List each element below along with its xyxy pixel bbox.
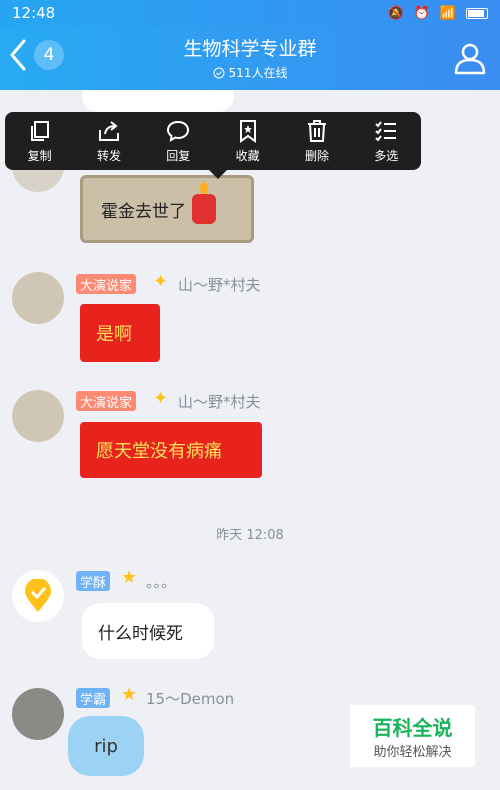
wifi-icon: 📶 (439, 5, 456, 21)
star-icon: ★ (121, 567, 138, 588)
message-bubble[interactable]: 什么时候死 (82, 603, 214, 659)
menu-label: 转发 (96, 148, 121, 163)
message-bubble[interactable]: rip (68, 716, 144, 776)
message-text: 霍金去世了 (101, 201, 186, 222)
status-bar: 12:48 🔕 ⏰ 📶 (0, 0, 500, 26)
forward-icon (98, 120, 119, 141)
member-title-badge: 学酥 (76, 571, 111, 591)
bookmark-icon (239, 119, 256, 143)
member-title-badge: 学霸 (76, 688, 111, 708)
location-pin-icon (25, 579, 51, 612)
sender-name[interactable]: 15～Demon (146, 688, 234, 709)
avatar[interactable] (12, 570, 64, 622)
menu-label: 多选 (374, 148, 399, 163)
copy-icon (30, 120, 49, 141)
mute-icon: 🔕 (387, 5, 404, 21)
menu-label: 回复 (166, 148, 191, 163)
menu-label: 删除 (304, 148, 329, 163)
message-text: 愿天堂没有病痛 (96, 441, 222, 462)
online-label: 511人在线 (228, 66, 288, 80)
avatar[interactable] (12, 390, 64, 442)
context-menu: 复制 转发 回复 收藏 删除 多选 (5, 112, 421, 179)
chat-area[interactable]: 霍金去世了 大演说家 ✦ 山～野*村夫 是啊 大演说家 ✦ 山～野*村夫 愿天堂… (0, 90, 500, 790)
message-text: 什么时候死 (98, 623, 183, 644)
page-title: 生物科学专业群 (183, 38, 317, 60)
alarm-icon: ⏰ (413, 5, 430, 21)
menu-reply[interactable]: 回复 (148, 119, 208, 164)
menu-label: 复制 (27, 148, 52, 163)
chat-header: 4 生物科学专业群 511人在线 (0, 26, 500, 90)
menu-label: 收藏 (235, 148, 260, 163)
avatar[interactable] (12, 688, 64, 740)
online-count[interactable]: 511人在线 (0, 64, 500, 81)
star-icon: ★ (121, 684, 138, 705)
trash-icon (307, 119, 326, 142)
menu-multiselect[interactable]: 多选 (356, 119, 416, 164)
sender-name[interactable]: 山～野*村夫 (178, 391, 261, 412)
message-bubble[interactable]: 霍金去世了 (80, 175, 254, 243)
message-text: rip (94, 735, 118, 757)
menu-copy[interactable]: 复制 (10, 119, 70, 164)
group-profile-icon[interactable] (452, 40, 488, 76)
watermark-logo: 百科全说 助你轻松解决 (350, 705, 475, 767)
battery-icon (466, 7, 488, 19)
menu-forward[interactable]: 转发 (79, 119, 139, 164)
status-time: 12:48 (12, 4, 56, 22)
avatar[interactable] (12, 272, 64, 324)
menu-favorite[interactable]: 收藏 (218, 119, 278, 164)
check-circle-icon (213, 67, 225, 78)
member-title-badge: 大演说家 (76, 391, 137, 411)
message-bubble[interactable]: 愿天堂没有病痛 (80, 422, 262, 478)
watermark-title: 百科全说 (372, 716, 453, 740)
status-icons: 🔕 ⏰ 📶 (387, 6, 488, 21)
reply-icon (167, 120, 190, 142)
multi-select-icon (375, 120, 397, 142)
menu-delete[interactable]: 删除 (287, 119, 347, 164)
message-bubble[interactable]: 是啊 (80, 304, 160, 362)
member-title-badge: 大演说家 (76, 274, 137, 294)
star-icon: ✦ (153, 271, 169, 292)
timestamp: 昨天 12:08 (216, 528, 284, 543)
candle-icon (192, 182, 216, 224)
sender-name[interactable]: 山～野*村夫 (178, 274, 261, 295)
sender-name[interactable]: 。。。 (146, 571, 176, 592)
watermark-subtitle: 助你轻松解决 (373, 745, 452, 760)
star-icon: ✦ (153, 388, 169, 409)
message-text: 是啊 (96, 324, 132, 345)
partial-bubble (82, 90, 234, 112)
